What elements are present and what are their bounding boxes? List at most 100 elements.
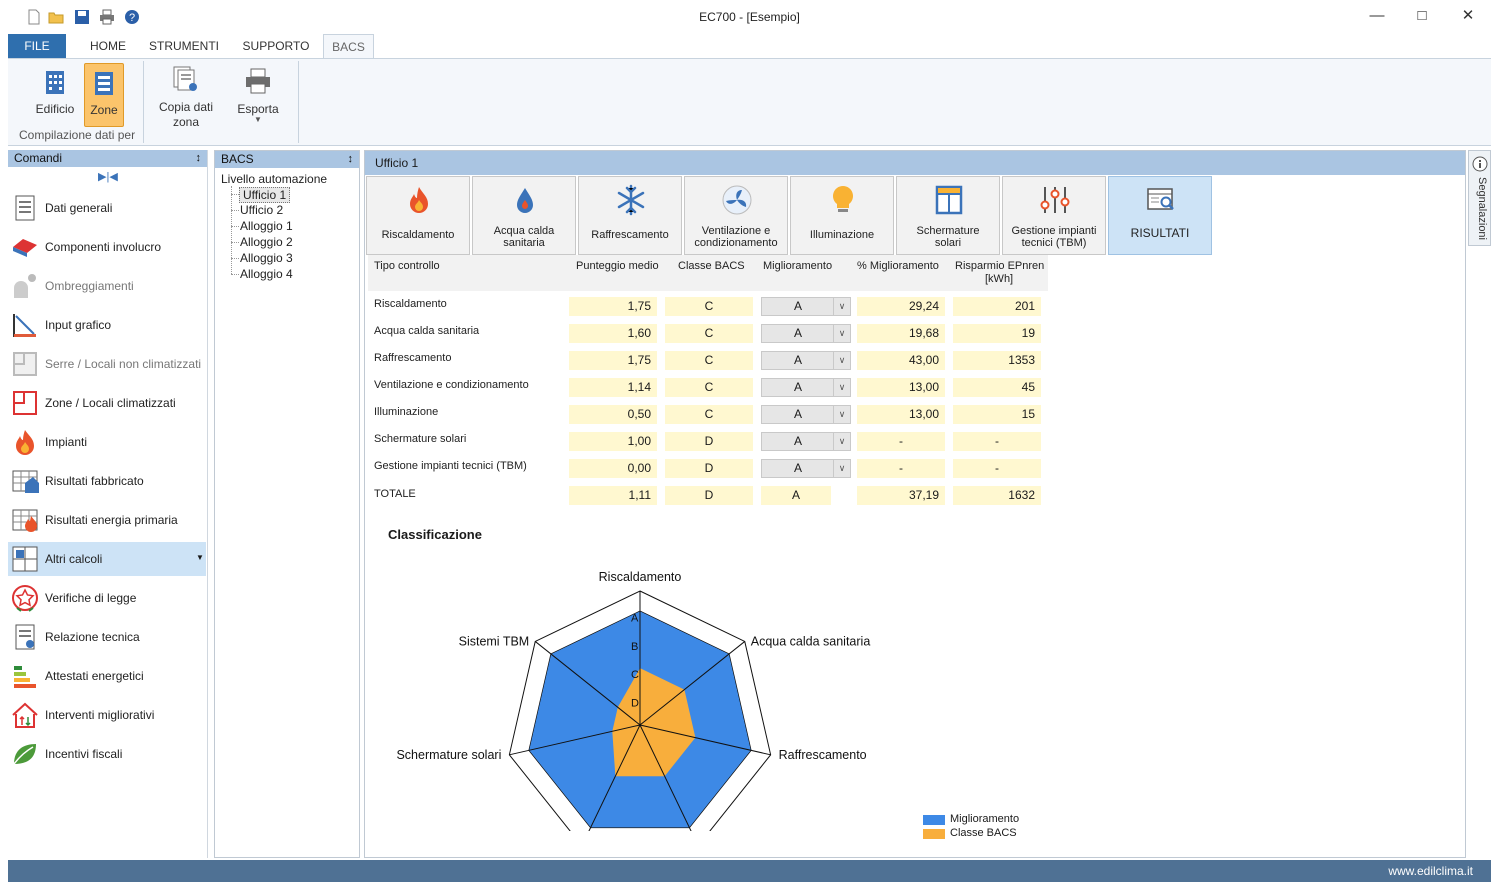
miglioramento-select[interactable]: A ∨ (761, 297, 851, 316)
pin-icon[interactable]: ↕ (348, 151, 354, 168)
cat-label: Acqua calda (493, 225, 555, 237)
snowflake-icon (617, 184, 645, 216)
cat-label: Schermature (916, 225, 980, 237)
chevron-down-icon[interactable]: ∨ (833, 406, 850, 423)
select-value: A (793, 434, 802, 448)
minimize-button[interactable]: — (1354, 4, 1400, 30)
cat-schermature[interactable]: Schermature solari (896, 176, 1000, 255)
chevron-down-icon[interactable]: ∨ (833, 379, 850, 396)
tree-item-alloggio-1[interactable]: Alloggio 1 (240, 219, 293, 233)
cmd-zone-locali[interactable]: Zone / Locali climatizzati (8, 386, 206, 420)
main-panel: Ufficio 1 Riscaldamento Acqua calda sani… (364, 150, 1466, 858)
tab-strumenti[interactable]: STRUMENTI (146, 34, 222, 58)
cat-riscaldamento[interactable]: Riscaldamento (366, 176, 470, 255)
maximize-button[interactable]: □ (1399, 4, 1445, 30)
graphic-input-icon (13, 314, 36, 337)
cmd-attestati-energetici[interactable]: Attestati energetici (8, 659, 206, 693)
cat-label: RISULTATI (1130, 226, 1190, 240)
cmd-altri-calcoli[interactable]: Altri calcoli ▼ (8, 542, 206, 576)
perc-cell: 13,00 (857, 378, 945, 397)
stamp-icon (12, 585, 38, 612)
tab-bacs[interactable]: BACS (323, 34, 374, 59)
axis-label: Raffrescamento (779, 748, 867, 762)
col-tipo-controllo: Tipo controllo (374, 260, 440, 272)
cat-raffrescamento[interactable]: Raffrescamento (578, 176, 682, 255)
perc-cell: - (857, 459, 945, 478)
chevron-down-icon[interactable]: ∨ (833, 460, 850, 477)
cmd-label: Risultati fabbricato (45, 474, 144, 488)
cmd-incentivi-fiscali[interactable]: Incentivi fiscali (8, 737, 206, 771)
cmd-risultati-energia[interactable]: Risultati energia primaria (8, 503, 206, 537)
chevron-down-icon[interactable]: ∨ (833, 352, 850, 369)
chevron-down-icon[interactable]: ∨ (833, 298, 850, 315)
cmd-ombreggiamenti[interactable]: Ombreggiamenti (8, 269, 206, 303)
miglioramento-select[interactable]: A ∨ (761, 351, 851, 370)
total-classe: D (665, 486, 753, 505)
status-bar: www.edilclima.it (8, 860, 1491, 882)
perc-cell: - (857, 432, 945, 451)
esporta-button[interactable]: Esporta ▼ (232, 63, 284, 127)
lightbulb-icon (833, 186, 853, 212)
cmd-risultati-fabbricato[interactable]: Risultati fabbricato (8, 464, 206, 498)
chevron-down-icon[interactable]: ∨ (833, 325, 850, 342)
edificio-button[interactable]: Edificio (34, 63, 76, 127)
select-value: A (793, 299, 802, 313)
perc-cell: 43,00 (857, 351, 945, 370)
cmd-interventi-migliorativi[interactable]: Interventi migliorativi (8, 698, 206, 732)
tree-item-alloggio-3[interactable]: Alloggio 3 (240, 251, 293, 265)
cat-label: Illuminazione (809, 229, 875, 241)
cat-gestione-tbm[interactable]: Gestione impianti tecnici (TBM) (1002, 176, 1106, 255)
risparmio-cell: 1353 (953, 351, 1041, 370)
tree-item-ufficio-2[interactable]: Ufficio 2 (240, 203, 283, 217)
tree-root[interactable]: Livello automazione (221, 172, 327, 186)
cat-ventilazione[interactable]: Ventilazione e condizionamento (684, 176, 788, 255)
ribbon-tabs: FILE HOME STRUMENTI SUPPORTO BACS (0, 34, 1499, 59)
cmd-input-grafico[interactable]: Input grafico (8, 308, 206, 342)
pin-icon[interactable]: ↕ (196, 150, 202, 167)
cmd-label: Attestati energetici (45, 669, 144, 683)
risparmio-cell: 45 (953, 378, 1041, 397)
chevron-down-icon: ▼ (254, 115, 262, 124)
segnalazioni-tab[interactable]: Segnalazioni (1468, 150, 1491, 246)
cmd-componenti-involucro[interactable]: Componenti involucro (8, 230, 206, 264)
tree-item-alloggio-4[interactable]: Alloggio 4 (240, 267, 293, 281)
miglioramento-select[interactable]: A ∨ (761, 378, 851, 397)
cmd-dati-generali[interactable]: Dati generali (8, 191, 206, 225)
tab-home[interactable]: HOME (82, 34, 134, 58)
tab-file[interactable]: FILE (8, 34, 66, 58)
info-icon (1472, 156, 1488, 172)
classe-cell: C (665, 378, 753, 397)
classe-cell: D (665, 432, 753, 451)
total-punteggio: 1,11 (569, 486, 657, 505)
cat-label: Riscaldamento (381, 229, 455, 241)
tab-supporto[interactable]: SUPPORTO (238, 34, 314, 58)
zone-label: Zone (90, 103, 118, 117)
cmd-serre-locali[interactable]: Serre / Locali non climatizzati (8, 347, 206, 381)
cmd-impianti[interactable]: Impianti (8, 425, 206, 459)
cat-acqua-calda[interactable]: Acqua calda sanitaria (472, 176, 576, 255)
cmd-verifiche-legge[interactable]: Verifiche di legge (8, 581, 206, 615)
zone-building-icon (95, 72, 113, 95)
total-risparmio: 1632 (953, 486, 1041, 505)
cmd-label: Impianti (45, 435, 88, 449)
zone-button[interactable]: Zone (84, 63, 124, 127)
select-value: A (793, 326, 802, 340)
row-label: Acqua calda sanitaria (374, 325, 480, 337)
tree-line (231, 258, 239, 259)
cat-illuminazione[interactable]: Illuminazione (790, 176, 894, 255)
tree-item-ufficio-1[interactable]: Ufficio 1 (239, 187, 291, 203)
close-button[interactable]: ✕ (1445, 4, 1491, 30)
cmd-relazione-tecnica[interactable]: Relazione tecnica (8, 620, 206, 654)
copia-dati-zona-button[interactable]: Copia dati zona (154, 63, 218, 129)
cat-risultati[interactable]: RISULTATI (1108, 176, 1212, 255)
miglioramento-select[interactable]: A ∨ (761, 459, 851, 478)
collapse-icon[interactable]: ▶|◀ (98, 170, 118, 183)
miglioramento-select[interactable]: A ∨ (761, 405, 851, 424)
miglioramento-select[interactable]: A ∨ (761, 324, 851, 343)
tree-item-alloggio-2[interactable]: Alloggio 2 (240, 235, 293, 249)
cmd-label: Serre / Locali non climatizzati (45, 357, 202, 371)
ribbon-separator (143, 61, 144, 143)
miglioramento-select[interactable]: A ∨ (761, 432, 851, 451)
row-label: Ventilazione e condizionamento (374, 379, 529, 391)
chevron-down-icon[interactable]: ∨ (833, 433, 850, 450)
